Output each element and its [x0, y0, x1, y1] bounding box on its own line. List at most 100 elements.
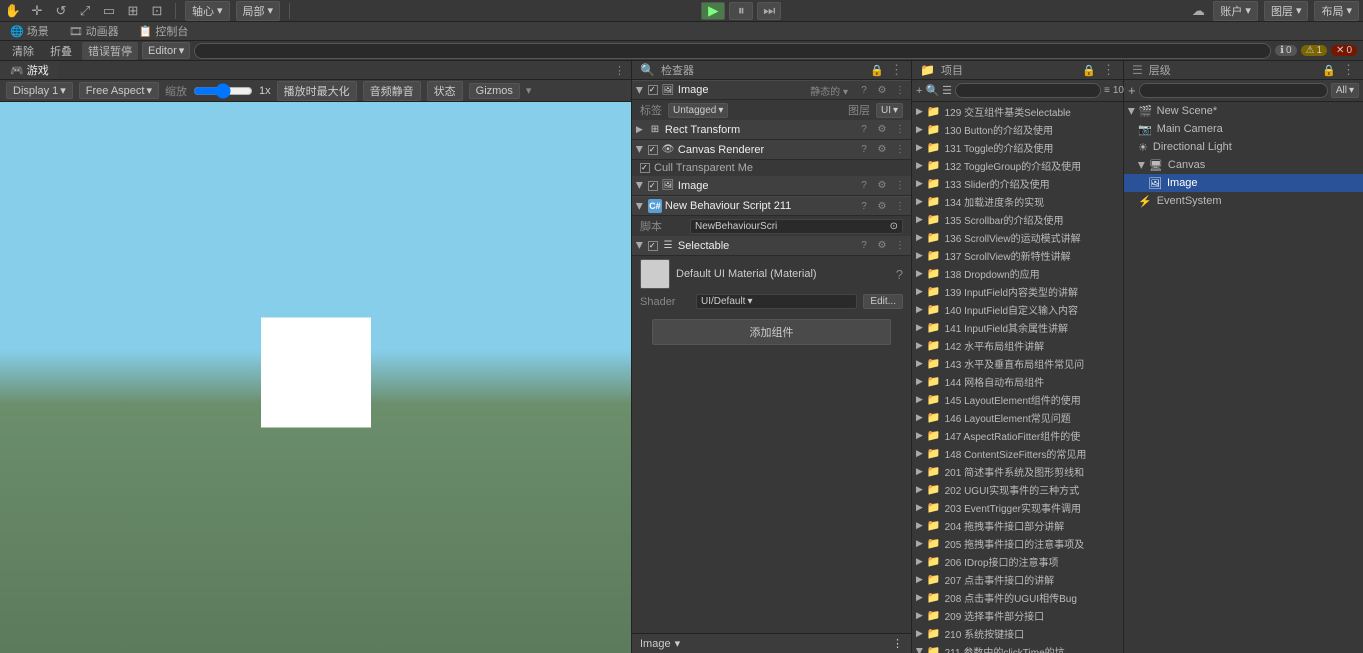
image2-expand-arrow[interactable]: ▶: [634, 182, 645, 189]
rect-tool-icon[interactable]: ▭: [100, 2, 118, 20]
proj-item[interactable]: ▶ 📁 131 Toggle的介绍及使用: [912, 138, 1123, 156]
tab-animator[interactable]: 🎞 动画器: [59, 22, 129, 40]
proj-item[interactable]: ▶ 📁 145 LayoutElement组件的使用: [912, 390, 1123, 408]
hier-search-input[interactable]: [1139, 83, 1328, 98]
proj-filter-icon[interactable]: ☰: [942, 83, 952, 99]
canvas-settings-btn[interactable]: ⚙: [875, 144, 889, 155]
proj-item[interactable]: ▶ 📁 144 网格自动布局组件: [912, 372, 1123, 390]
script-help-btn[interactable]: ?: [857, 201, 871, 212]
canvas-expand-arrow[interactable]: ▶: [1136, 162, 1147, 169]
proj-item[interactable]: ▶ 📁 133 Slider的介绍及使用: [912, 174, 1123, 192]
game-tab-menu[interactable]: ⋮: [608, 61, 631, 79]
image-comp2-header[interactable]: ▶ 🖼 Image ? ⚙ ⋮: [632, 176, 911, 196]
proj-item[interactable]: ▶ 📁 139 InputField内容类型的讲解: [912, 282, 1123, 300]
selectable-header[interactable]: ▶ ☰ Selectable ? ⚙ ⋮: [632, 236, 911, 256]
proj-item[interactable]: ▶ 📁 203 EventTrigger实现事件调用: [912, 498, 1123, 516]
editor-dropdown[interactable]: Editor ▾: [142, 42, 190, 59]
canvas-renderer-header[interactable]: ▶ 👁 Canvas Renderer ? ⚙ ⋮: [632, 140, 911, 160]
hier-directional-light[interactable]: ☀ Directional Light: [1124, 138, 1363, 156]
proj-item[interactable]: ▶ 📁 135 Scrollbar的介绍及使用: [912, 210, 1123, 228]
proj-item[interactable]: ▶ 📁 143 水平及垂直布局组件常见问: [912, 354, 1123, 372]
scene-expand-arrow[interactable]: ▶: [1126, 108, 1137, 115]
hier-canvas[interactable]: ▶ 🖥 Canvas: [1124, 156, 1363, 174]
maximize-button[interactable]: 播放时最大化: [277, 81, 357, 101]
console-search[interactable]: [194, 43, 1271, 59]
hand-tool-icon[interactable]: ✋: [4, 2, 22, 20]
hier-lock-icon[interactable]: 🔒: [1322, 64, 1336, 77]
tag-dropdown[interactable]: Untagged ▾: [668, 103, 728, 118]
pivot-dropdown[interactable]: 轴心 ▾: [185, 1, 230, 21]
zoom-slider[interactable]: [193, 83, 253, 99]
account-dropdown[interactable]: 账户 ▾: [1213, 1, 1258, 21]
project-lock-icon[interactable]: 🔒: [1082, 64, 1096, 77]
proj-item[interactable]: ▶ 📁 138 Dropdown的应用: [912, 264, 1123, 282]
image-component-header[interactable]: ▶ 🖼 Image 静态的 ▾ ? ⚙ ⋮: [632, 80, 911, 100]
image2-checkbox[interactable]: [648, 181, 658, 191]
rect-expand-arrow[interactable]: ▶: [636, 124, 643, 135]
cull-checkbox[interactable]: [640, 163, 650, 173]
rotate-tool-icon[interactable]: ↺: [52, 2, 70, 20]
proj-item[interactable]: ▶ 📁 208 点击事件的UGUI相传Bug: [912, 588, 1123, 606]
proj-item[interactable]: ▶ 📁 141 InputField其余属性讲解: [912, 318, 1123, 336]
image-help-btn[interactable]: ?: [857, 85, 871, 96]
collapse-button[interactable]: 折叠: [44, 42, 78, 60]
rect-settings-btn[interactable]: ⚙: [875, 124, 889, 135]
proj-item[interactable]: ▶ 📁 137 ScrollView的新特性讲解: [912, 246, 1123, 264]
rect-help-btn[interactable]: ?: [857, 124, 871, 135]
selectable-help-btn[interactable]: ?: [857, 240, 871, 251]
display-dropdown[interactable]: Display 1 ▾: [6, 82, 73, 99]
image-expand-arrow[interactable]: ▶: [634, 87, 645, 94]
extra-tool-icon[interactable]: ⊡: [148, 2, 166, 20]
proj-item-211[interactable]: ▶ 📁 211 参数中的clickTime的坑: [912, 642, 1123, 653]
proj-item[interactable]: ▶ 📁 136 ScrollView的运动模式讲解: [912, 228, 1123, 246]
hier-menu-icon[interactable]: ⋮: [1342, 62, 1355, 78]
proj-item[interactable]: ▶ 📁 205 拖拽事件接口的注意事项及: [912, 534, 1123, 552]
selectable-menu-btn[interactable]: ⋮: [893, 240, 907, 251]
pause-button[interactable]: ⏸: [729, 2, 753, 20]
layer-dropdown[interactable]: UI ▾: [876, 103, 903, 118]
center-dropdown[interactable]: 局部 ▾: [236, 1, 281, 21]
layout-dropdown[interactable]: 布局 ▾: [1314, 1, 1359, 21]
transform-tool-icon[interactable]: ⊞: [124, 2, 142, 20]
proj-search-input[interactable]: [955, 83, 1101, 98]
proj-item[interactable]: ▶ 📁 207 点击事件接口的讲解: [912, 570, 1123, 588]
hier-all-dropdown[interactable]: All ▾: [1331, 83, 1359, 98]
collab-icon[interactable]: ☁: [1189, 2, 1207, 20]
proj-item[interactable]: ▶ 📁 202 UGUI实现事件的三种方式: [912, 480, 1123, 498]
selectable-settings-btn[interactable]: ⚙: [875, 240, 889, 251]
selectable-checkbox[interactable]: [648, 241, 658, 251]
image-checkbox[interactable]: [648, 85, 658, 95]
step-button[interactable]: ⏭: [757, 2, 781, 20]
edit-button[interactable]: Edit...: [863, 294, 903, 309]
aspect-dropdown[interactable]: Free Aspect ▾: [79, 82, 159, 99]
proj-item[interactable]: ▶ 📁 148 ContentSizeFitters的常见用: [912, 444, 1123, 462]
hier-eventsystem[interactable]: ⚡ EventSystem: [1124, 192, 1363, 210]
proj-item[interactable]: ▶ 📁 140 InputField自定义输入内容: [912, 300, 1123, 318]
move-tool-icon[interactable]: ✛: [28, 2, 46, 20]
canvas-menu-btn[interactable]: ⋮: [893, 144, 907, 155]
proj-search-icon[interactable]: 🔍: [925, 83, 939, 99]
tab-console[interactable]: 📋 控制台: [129, 22, 199, 40]
mute-button[interactable]: 音频静音: [363, 81, 421, 101]
rect-menu-btn[interactable]: ⋮: [893, 124, 907, 135]
proj-item[interactable]: ▶ 📁 132 ToggleGroup的介绍及使用: [912, 156, 1123, 174]
canvas-checkbox[interactable]: [648, 145, 658, 155]
script-expand-arrow[interactable]: ▶: [634, 203, 645, 210]
image-settings-btn[interactable]: ⚙: [875, 85, 889, 96]
state-button[interactable]: 状态: [427, 81, 463, 101]
proj-item[interactable]: ▶ 📁 130 Button的介绍及使用: [912, 120, 1123, 138]
clear-button[interactable]: 清除: [6, 42, 40, 60]
hier-main-camera[interactable]: 📷 Main Camera: [1124, 120, 1363, 138]
scale-tool-icon[interactable]: ⤢: [76, 2, 94, 20]
hier-image[interactable]: 🖼 Image: [1124, 174, 1363, 192]
inspector-lock-icon[interactable]: 🔒: [870, 64, 884, 77]
proj-item[interactable]: ▶ 📁 134 加载进度条的实现: [912, 192, 1123, 210]
hier-scene[interactable]: ▶ 🎬 New Scene*: [1124, 102, 1363, 120]
proj-create-icon[interactable]: +: [916, 83, 922, 99]
proj-item[interactable]: ▶ 📁 204 拖拽事件接口部分讲解: [912, 516, 1123, 534]
proj-item[interactable]: ▶ 📁 209 选择事件部分接口: [912, 606, 1123, 624]
proj-item[interactable]: ▶ 📁 142 水平布局组件讲解: [912, 336, 1123, 354]
hier-plus-icon[interactable]: +: [1128, 83, 1136, 98]
proj-item[interactable]: ▶ 📁 210 系统按键接口: [912, 624, 1123, 642]
image-bottom-menu[interactable]: ⋮: [892, 637, 903, 650]
